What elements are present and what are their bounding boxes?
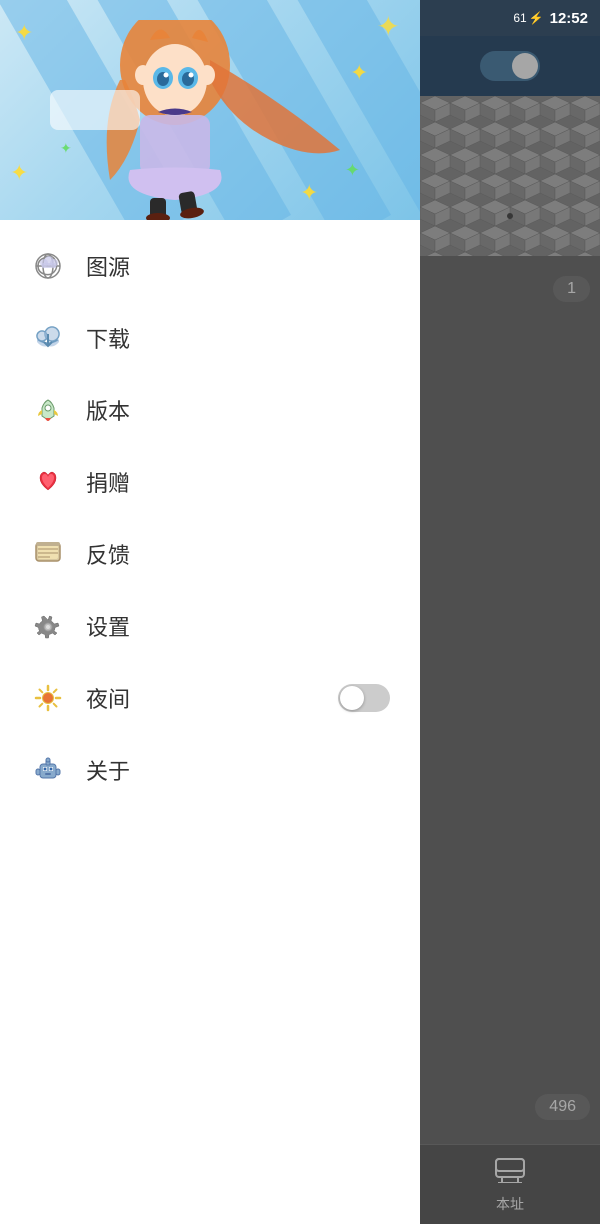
menu-item-banben[interactable]: 版本 — [0, 374, 420, 446]
switch-area — [420, 36, 600, 96]
status-time: 12:52 — [550, 10, 588, 27]
banben-icon — [30, 392, 66, 428]
shezhi-label: 设置 — [86, 610, 390, 642]
shezhi-icon — [30, 608, 66, 644]
juanzeng-icon — [30, 464, 66, 500]
guanyu-icon — [30, 752, 66, 788]
anime-figure — [30, 20, 370, 220]
guanyu-label: 关于 — [86, 754, 390, 786]
banben-label: 版本 — [86, 394, 390, 426]
geometric-pattern-svg — [420, 96, 600, 256]
sparkle-3: ✦ — [10, 160, 28, 186]
menu-item-guanyu[interactable]: 关于 — [0, 734, 420, 806]
night-mode-toggle[interactable] — [338, 684, 390, 712]
yejian-icon — [30, 680, 66, 716]
tuyuan-label: 图源 — [86, 250, 390, 282]
bottom-tab-icon — [494, 1155, 526, 1190]
menu-item-juanzeng[interactable]: 捐赠 — [0, 446, 420, 518]
tuyuan-icon — [30, 248, 66, 284]
sparkle-5: ✦ — [377, 10, 400, 43]
badge-count-496: 496 — [535, 1094, 590, 1120]
menu-item-yejian[interactable]: 夜间 — [0, 662, 420, 734]
badge-count-1: 1 — [553, 276, 590, 302]
xiazai-label: 下载 — [86, 322, 390, 354]
menu-item-xiazai[interactable]: 下载 — [0, 302, 420, 374]
menu-list: 图源 下载 — [0, 220, 420, 1224]
menu-item-fankui[interactable]: 反馈 — [0, 518, 420, 590]
menu-item-shezhi[interactable]: 设置 — [0, 590, 420, 662]
fankui-label: 反馈 — [86, 538, 390, 570]
right-content: 1 — [420, 256, 600, 1084]
battery-icon: ⚡ — [529, 11, 544, 25]
drawer-menu: ✦ ✦ ✦ ✦ ✦ ✦ ✦ — [0, 0, 420, 1224]
battery-level: 61 — [513, 11, 526, 25]
bottom-tab-bar: 本址 — [420, 1144, 600, 1224]
pattern-thumbnail[interactable] — [420, 96, 600, 256]
banner: ✦ ✦ ✦ ✦ ✦ ✦ ✦ — [0, 0, 420, 220]
right-panel: + — [420, 0, 600, 1224]
fankui-icon — [30, 536, 66, 572]
switch-toggle[interactable] — [480, 51, 540, 81]
xiazai-icon — [30, 320, 66, 356]
status-bar: 61 ⚡ 12:52 — [420, 0, 600, 36]
yejian-label: 夜间 — [86, 682, 318, 714]
bottom-tab-label[interactable]: 本址 — [496, 1194, 524, 1214]
battery-indicator: 61 ⚡ — [513, 11, 543, 25]
juanzeng-label: 捐赠 — [86, 466, 390, 498]
menu-item-tuyuan[interactable]: 图源 — [0, 230, 420, 302]
